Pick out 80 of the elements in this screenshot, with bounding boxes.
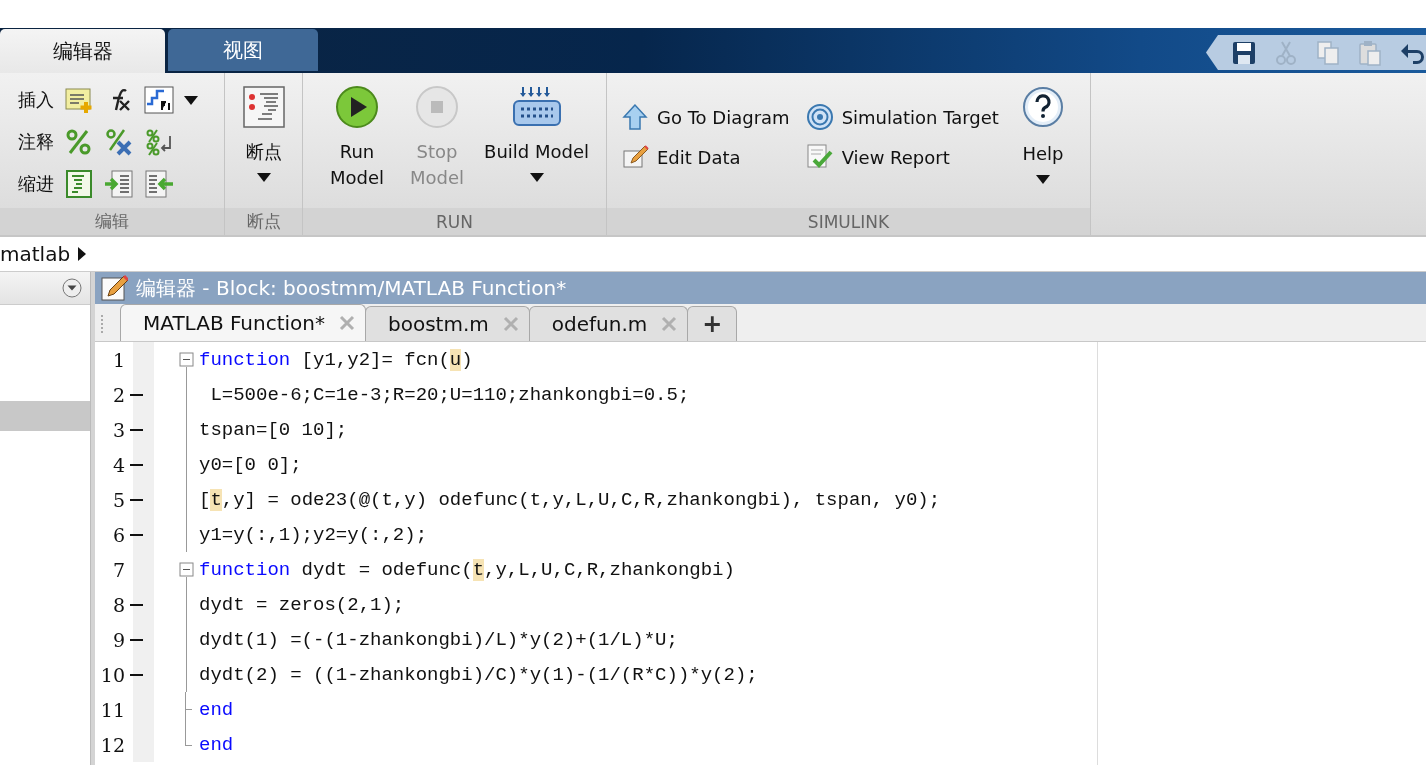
percent-cross-icon[interactable]	[104, 128, 134, 156]
caret-icon	[184, 95, 198, 105]
ribbon-button[interactable]: Simulation Target	[805, 103, 999, 131]
help-icon	[1020, 85, 1065, 129]
help-button[interactable]: Help	[1016, 83, 1069, 186]
file-tab[interactable]: MATLAB Function*	[120, 304, 367, 341]
file-tab[interactable]: boostm.m	[365, 306, 530, 341]
line-number: 7	[111, 558, 125, 581]
executable-line-marker[interactable]	[130, 428, 143, 431]
line-number: 1	[111, 348, 125, 371]
caret-icon	[1035, 175, 1050, 184]
line-number: 4	[111, 453, 125, 476]
code-line: [t,y] = ode23(@(t,y) odefunc(t,y,L,U,C,R,zhankongbi), tspan, y0);	[199, 488, 941, 511]
build-model-button[interactable]: Build Model	[480, 83, 593, 184]
play-icon	[335, 85, 379, 129]
code-line: L=500e-6;C=1e-3;R=20;U=110;zhankongbi=0.5;	[209, 383, 690, 406]
path-segment[interactable]: matlab	[0, 242, 71, 266]
executable-line-marker[interactable]	[130, 498, 143, 501]
indent-right-icon[interactable]	[104, 170, 134, 198]
pencil-edit-icon	[621, 143, 649, 171]
code-line: dydt(1) =(-(1-zhankongbi)/L)*y(2)+(1/L)*U;	[199, 628, 678, 651]
caret-icon	[529, 173, 544, 182]
executable-line-marker[interactable]	[130, 533, 143, 536]
code-line: end	[199, 733, 234, 756]
toolstrip-tab[interactable]: 视图	[168, 29, 318, 71]
section-title: SIMULINK	[607, 208, 1090, 235]
ribbon-button[interactable]: View Report	[805, 143, 999, 171]
percent-arrow-icon[interactable]	[144, 128, 174, 156]
toolstrip-tab[interactable]: 编辑器	[0, 29, 165, 73]
ribbon-button[interactable]: Edit Data	[621, 143, 790, 171]
up-arrow-icon	[621, 103, 649, 131]
section-title: RUN	[303, 208, 606, 235]
line-number: 6	[111, 523, 125, 546]
line-number: 9	[111, 628, 125, 651]
target-icon	[805, 103, 834, 131]
executable-line-marker[interactable]	[130, 638, 143, 641]
breakpoints-button[interactable]: 断点	[237, 83, 290, 184]
section-title: 编辑	[0, 208, 224, 235]
section-title: 断点	[225, 208, 302, 235]
code-line: dydt(2) = ((1-zhankongbi)/C)*y(1)-(1/(R*C))*y(2);	[199, 663, 758, 686]
editor-title: 编辑器 - Block: boostmm/MATLAB Function*	[136, 274, 567, 302]
row-label: 注释	[18, 130, 54, 154]
code-line: y1=y(:,1);y2=y(:,2);	[199, 523, 428, 546]
line-number: 2	[111, 383, 125, 406]
report-check-icon	[805, 143, 834, 171]
ribbon-button[interactable]: Go To Diagram	[621, 103, 790, 131]
executable-line-marker[interactable]	[130, 673, 143, 676]
indent-icon[interactable]	[64, 170, 94, 198]
dropdown-icon[interactable]	[62, 278, 82, 298]
pencil-icon	[100, 274, 128, 302]
line-number: 3	[111, 418, 125, 441]
step-fi-icon[interactable]	[144, 86, 174, 114]
stop-icon	[415, 85, 459, 129]
code-line: function [y1,y2]= fcn(u)	[199, 348, 473, 371]
line-number: 11	[99, 698, 125, 721]
row-label: 插入	[18, 88, 54, 112]
code-line: y0=[0 0];	[199, 453, 302, 476]
line-number: 8	[111, 593, 125, 616]
file-tab[interactable]: odefun.m	[528, 306, 689, 341]
code-line: end	[199, 698, 234, 721]
indent-left-icon[interactable]	[144, 170, 174, 198]
section-add-icon[interactable]	[64, 86, 94, 114]
executable-line-marker[interactable]	[130, 463, 143, 466]
breakpoint-list-icon	[241, 85, 286, 129]
fold-toggle-icon[interactable]	[178, 352, 194, 367]
executable-line-marker[interactable]	[130, 603, 143, 606]
fold-toggle-icon[interactable]	[178, 562, 194, 577]
caret-right-icon[interactable]	[78, 247, 87, 261]
run-model-button[interactable]: Run Model	[320, 83, 394, 193]
code-line: tspan=[0 10];	[199, 418, 348, 441]
caret-icon	[256, 173, 271, 182]
new-tab-button[interactable]: +	[687, 306, 738, 341]
line-number: 5	[111, 488, 125, 511]
executable-line-marker[interactable]	[130, 393, 143, 396]
line-number: 10	[99, 663, 125, 686]
code-line: function dydt = odefunc(t,y,L,U,C,R,zhankongbi)	[199, 558, 735, 581]
line-number: 12	[99, 733, 125, 756]
code-line: dydt = zeros(2,1);	[199, 593, 405, 616]
keyboard-icon	[511, 85, 562, 129]
row-label: 缩进	[18, 172, 54, 196]
